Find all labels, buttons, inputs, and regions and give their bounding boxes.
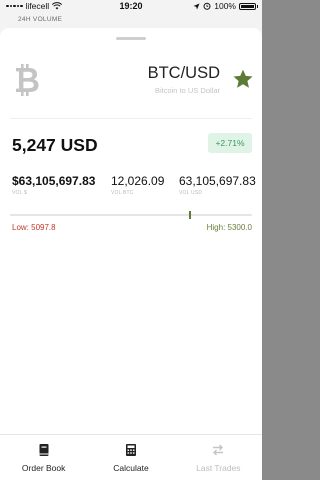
price-range-bar — [10, 211, 252, 219]
calculator-icon — [125, 444, 136, 456]
tab-last-trades[interactable]: Last Trades — [175, 435, 262, 480]
bottom-tab-bar: Order Book Calculate Last Trades — [0, 434, 262, 480]
stat-label: VOL $ — [12, 190, 27, 196]
high-price-label: High: 5300.0 — [206, 223, 252, 232]
status-time: 19:20 — [119, 1, 143, 11]
stat-value: $63,105,697.83 — [12, 174, 96, 188]
star-icon[interactable] — [232, 68, 254, 90]
app-screen: lifecell 19:20 100% 24H VOLUME BTC/USD B… — [0, 0, 262, 480]
tab-label: Calculate — [113, 463, 149, 473]
stat-label: VOL USD — [179, 190, 203, 196]
price-value: 5,247 USD — [12, 135, 98, 155]
background-volume-label: 24H VOLUME — [18, 16, 63, 23]
pair-detail-sheet: BTC/USD Bitcoin to US Dollar 5,247 USD +… — [0, 28, 262, 480]
battery-icon — [239, 2, 258, 10]
stat-volume-usd: 63,105,697.83 VOL USD — [179, 174, 256, 196]
alarm-icon — [203, 2, 211, 10]
change-badge: +2.71% — [208, 133, 252, 153]
stat-volume-btc: 12,026.09 VOL BTC — [111, 174, 164, 196]
stat-label: VOL BTC — [111, 190, 134, 196]
low-price-label: Low: 5097.8 — [12, 223, 56, 232]
stat-value: 12,026.09 — [111, 174, 165, 188]
status-bar: lifecell 19:20 100% — [0, 0, 262, 12]
signal-icon — [6, 4, 23, 8]
swap-arrows-icon — [213, 444, 224, 456]
pair-subtitle: Bitcoin to US Dollar — [154, 86, 220, 95]
stat-volume-dollar: $63,105,697.83 VOL $ — [12, 174, 95, 196]
tab-calculate[interactable]: Calculate — [87, 435, 174, 480]
divider — [10, 118, 252, 119]
sheet-grabber[interactable] — [116, 37, 146, 40]
tab-order-book[interactable]: Order Book — [0, 435, 87, 480]
stat-value: 63,105,697.83 — [179, 174, 256, 188]
book-icon — [39, 444, 49, 456]
location-arrow-icon — [193, 3, 200, 9]
battery-percent: 100% — [214, 1, 236, 11]
current-price-marker — [188, 211, 191, 219]
tab-label: Order Book — [21, 463, 66, 473]
carrier-name: lifecell — [25, 1, 50, 11]
tab-label: Last Trades — [196, 463, 241, 473]
bitcoin-icon — [16, 64, 39, 96]
wifi-icon — [52, 2, 63, 10]
pair-title: BTC/USD — [147, 64, 220, 82]
